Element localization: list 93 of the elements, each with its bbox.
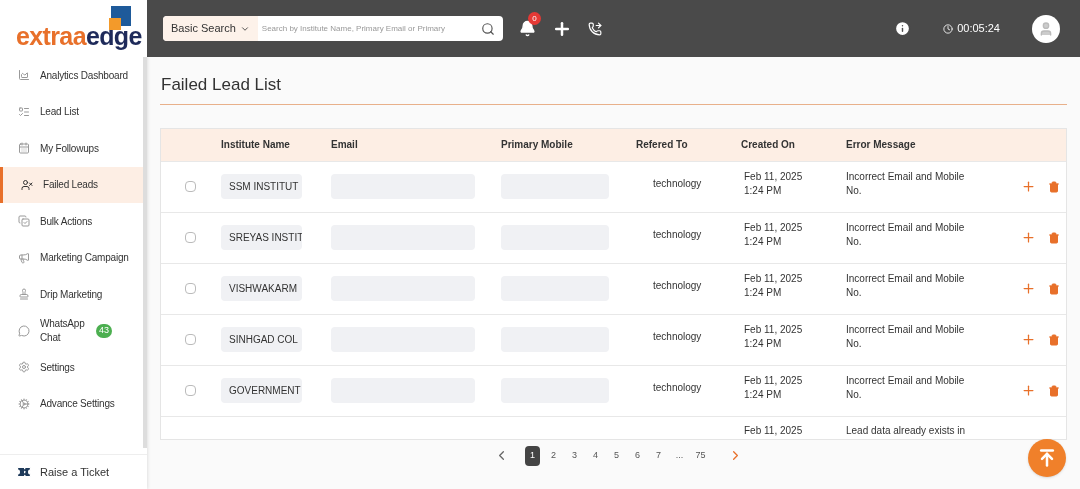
sidebar-label: Lead List <box>40 105 79 120</box>
row-checkbox[interactable] <box>185 232 196 243</box>
sidebar-item[interactable]: Marketing Campaign <box>0 239 143 276</box>
avatar[interactable] <box>1032 14 1060 43</box>
referred-to-cell-text: technology <box>652 278 703 293</box>
stamp-icon <box>18 288 30 301</box>
column-header: Error Message <box>846 138 917 152</box>
page-button[interactable]: 5 <box>609 445 624 466</box>
delete-icon[interactable] <box>1048 180 1060 193</box>
sidebar-item[interactable]: Bulk Actions <box>0 203 143 240</box>
sidebar-label: Settings <box>40 360 75 375</box>
referred-to-cell-text: technology <box>652 329 703 344</box>
sidebar-label: Failed Leads <box>43 178 98 193</box>
upload-icon <box>1037 448 1057 468</box>
page-button[interactable]: 4 <box>588 445 603 466</box>
page-button[interactable]: 75 <box>693 445 708 466</box>
phone-forward-icon[interactable] <box>588 21 602 36</box>
search-icon[interactable] <box>481 21 495 36</box>
error-message-cell-text: Incorrect Email and Mobile No. <box>846 322 966 351</box>
sidebar-label: My Followups <box>40 141 99 156</box>
delete-icon[interactable] <box>1048 333 1060 346</box>
column-header: Primary Mobile <box>501 138 574 152</box>
area-chart-icon <box>18 69 30 82</box>
sidebar-item[interactable]: WhatsApp Chat 43 <box>0 312 143 349</box>
error-message-cell-text: Incorrect Email and Mobile No. <box>846 271 966 300</box>
sidebar-label: Bulk Actions <box>40 214 93 229</box>
list-icon <box>18 105 30 118</box>
page-button[interactable]: 7 <box>651 445 666 466</box>
delete-icon[interactable] <box>1048 384 1060 397</box>
created-on-cell-text: Feb 11, 2025 1:24 PM <box>743 271 804 300</box>
referred-to-cell-text: technology <box>652 380 703 395</box>
sidebar-label: Marketing Campaign <box>40 251 129 266</box>
user-x-icon <box>21 178 33 191</box>
search-field[interactable]: Search by Institute Name, Primary Email or Primary <box>257 22 473 35</box>
chat-bubble-icon <box>18 324 30 337</box>
referred-to-cell-text: technology <box>652 176 703 191</box>
sidebar-item[interactable]: Lead List <box>0 93 143 130</box>
row-checkbox[interactable] <box>185 385 196 396</box>
error-message-cell-text: Incorrect Email and Mobile No. <box>846 373 966 402</box>
column-header: Refered To <box>636 138 689 152</box>
page-button[interactable]: 3 <box>567 445 582 466</box>
institute-name-field[interactable]: SINHGAD COL <box>221 327 302 352</box>
page-button[interactable]: 6 <box>630 445 645 466</box>
referred-to-cell-text: technology <box>652 227 703 242</box>
clock-icon <box>943 23 954 34</box>
error-message-cell-text: Incorrect Email and Mobile No. <box>846 220 966 249</box>
delete-icon[interactable] <box>1048 231 1060 244</box>
created-on-cell-text: Feb 11, 2025 1:24 PM <box>743 220 804 249</box>
sidebar-item[interactable]: Advance Settings <box>0 385 143 422</box>
created-on-cell-text: Feb 11, 2025 1:24 PM <box>743 322 804 351</box>
search-mode-dropdown[interactable]: Basic Search <box>163 16 258 41</box>
search-bar[interactable]: Basic Search Search by Institute Name, Primary Email or Primary <box>163 16 503 41</box>
sidebar-item[interactable]: Drip Marketing <box>0 276 143 313</box>
upload-button[interactable] <box>1028 439 1066 477</box>
page-button[interactable]: ... <box>672 445 687 466</box>
sidebar-item[interactable]: My Followups <box>0 130 143 167</box>
sidebar-label: WhatsApp Chat <box>40 316 86 345</box>
settings-icon <box>18 361 30 374</box>
raise-ticket-link[interactable]: Raise a Ticket <box>0 454 147 489</box>
sidebar-item[interactable]: Analytics Dashboard <box>0 57 143 94</box>
institute-name-field[interactable]: SSM INSTITUT <box>221 174 302 199</box>
created-on-cell-text: Feb 11, 2025 1:24 PM <box>743 169 804 198</box>
delete-icon[interactable] <box>1048 282 1060 295</box>
page-button[interactable]: 1 <box>525 445 540 466</box>
error-message-cell-text: Lead data already exists in <box>846 423 966 438</box>
row-checkbox[interactable] <box>185 334 196 345</box>
unread-count-badge: 43 <box>96 323 112 338</box>
cogs-icon <box>18 397 30 410</box>
session-timer: 00:05:24 <box>957 21 1000 37</box>
megaphone-icon <box>18 251 30 264</box>
sidebar-label: Drip Marketing <box>40 287 103 302</box>
created-on-cell-text: Feb 11, 2025 <box>743 423 804 438</box>
page-button[interactable]: 2 <box>546 445 561 466</box>
institute-name-field[interactable]: VISHWAKARM <box>221 276 302 301</box>
error-message-cell-text: Incorrect Email and Mobile No. <box>846 169 966 198</box>
created-on-cell-text: Feb 11, 2025 1:24 PM <box>743 373 804 402</box>
sidebar-item[interactable]: Settings <box>0 349 143 386</box>
column-header: Email <box>331 138 359 152</box>
sidebar-label: Analytics Dashboard <box>40 68 128 83</box>
notification-count: 0 <box>528 12 541 25</box>
row-checkbox[interactable] <box>185 283 196 294</box>
column-header: Institute Name <box>221 138 291 152</box>
bell-icon[interactable] <box>519 20 536 37</box>
logo: extraaedge <box>0 0 147 57</box>
sidebar-label: Advance Settings <box>40 397 115 412</box>
column-header: Created On <box>741 138 796 152</box>
page-title: Failed Lead List <box>160 57 1067 105</box>
calendar-icon <box>18 142 30 155</box>
institute-name-field[interactable]: GOVERNMENT <box>221 378 302 403</box>
row-checkbox[interactable] <box>185 181 196 192</box>
sidebar-item[interactable]: Failed Leads <box>0 166 143 203</box>
check-stack-icon <box>18 215 30 228</box>
info-icon[interactable] <box>894 20 912 37</box>
